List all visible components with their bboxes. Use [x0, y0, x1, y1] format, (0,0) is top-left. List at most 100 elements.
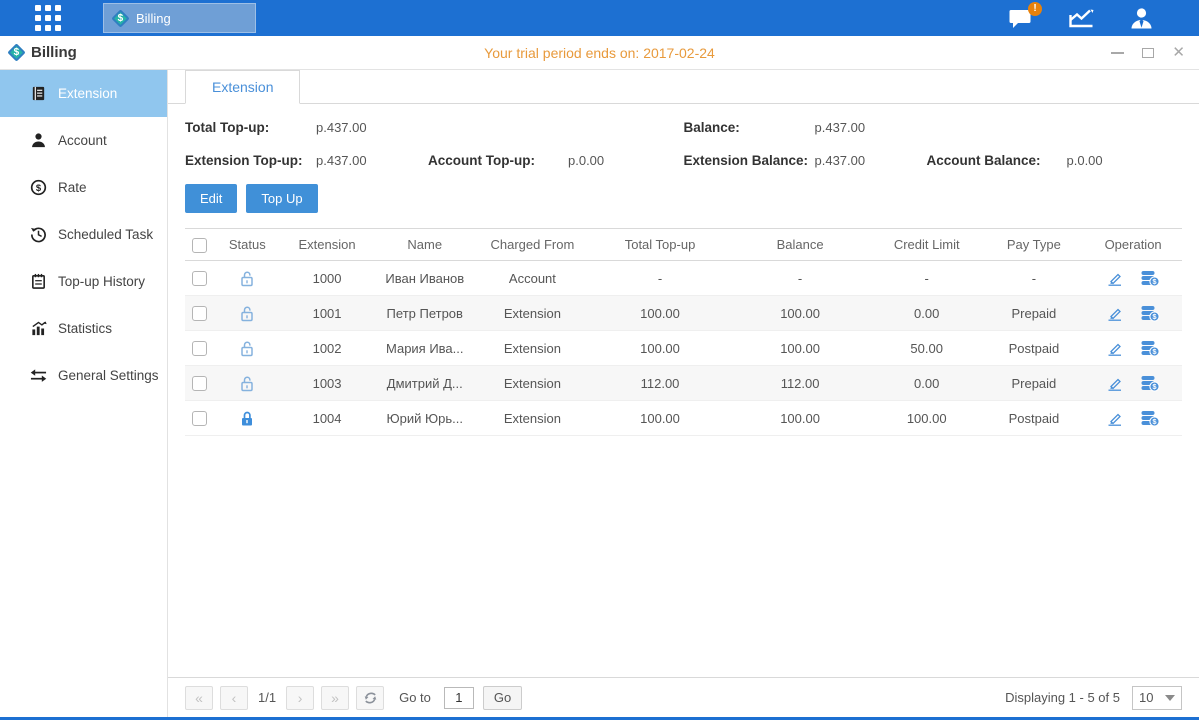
- page-indicator: 1/1: [258, 690, 276, 705]
- window-title: Billing: [31, 44, 77, 61]
- topup-row-icon[interactable]: $: [1140, 340, 1160, 357]
- edit-row-icon[interactable]: [1106, 376, 1124, 391]
- goto-label: Go to: [399, 690, 431, 705]
- topup-row-icon[interactable]: $: [1140, 305, 1160, 322]
- table-header-row: Status Extension Name Charged From Total…: [185, 229, 1182, 261]
- table-row: 1004Юрий Юрь...Extension100.00100.00100.…: [185, 401, 1182, 436]
- account-balance-label: Account Balance:: [927, 153, 1067, 168]
- topup-row-icon[interactable]: $: [1140, 270, 1160, 287]
- edit-row-icon[interactable]: [1106, 341, 1124, 356]
- cell-charged-from: Account: [475, 261, 590, 296]
- account-topup-label: Account Top-up:: [428, 153, 568, 168]
- row-checkbox[interactable]: [192, 341, 207, 356]
- apps-grid-icon[interactable]: [35, 5, 61, 31]
- minimize-icon[interactable]: [1111, 46, 1124, 60]
- top-up-button[interactable]: Top Up: [246, 184, 317, 213]
- cell-credit-limit: 100.00: [870, 401, 984, 436]
- go-button[interactable]: Go: [483, 686, 522, 710]
- notification-badge: !: [1028, 2, 1042, 16]
- topup-row-icon[interactable]: $: [1140, 375, 1160, 392]
- unlocked-icon: [239, 375, 255, 392]
- user-account-icon[interactable]: [1129, 7, 1154, 29]
- cell-pay-type: -: [984, 261, 1085, 296]
- row-checkbox[interactable]: [192, 411, 207, 426]
- unlocked-icon: [239, 340, 255, 357]
- extension-balance-label: Extension Balance:: [684, 153, 815, 168]
- sidebar-item-rate[interactable]: $ Rate: [0, 164, 167, 211]
- locked-icon: [239, 410, 255, 427]
- sliders-icon: [30, 367, 47, 384]
- edit-row-icon[interactable]: [1106, 411, 1124, 426]
- pagination-bar: « ‹ 1/1 › » Go to Go Displaying 1 - 5 of…: [168, 677, 1199, 717]
- sidebar-item-label: Extension: [58, 86, 117, 101]
- cell-extension: 1000: [280, 261, 375, 296]
- edit-row-icon[interactable]: [1106, 306, 1124, 321]
- taskbar-tab-billing[interactable]: $ Billing: [103, 3, 256, 33]
- sidebar-item-account[interactable]: Account: [0, 117, 167, 164]
- last-page-button[interactable]: »: [321, 686, 349, 710]
- edit-button[interactable]: Edit: [185, 184, 237, 213]
- cell-extension: 1004: [280, 401, 375, 436]
- cell-charged-from: Extension: [475, 366, 590, 401]
- account-balance-value: p.0.00: [1067, 153, 1183, 168]
- row-checkbox[interactable]: [192, 271, 207, 286]
- cell-pay-type: Postpaid: [984, 331, 1085, 366]
- cell-extension: 1002: [280, 331, 375, 366]
- tab-strip: Extension: [168, 70, 1199, 104]
- edit-row-icon[interactable]: [1106, 271, 1124, 286]
- tab-extension[interactable]: Extension: [185, 70, 300, 104]
- svg-text:$: $: [36, 183, 42, 194]
- cell-balance: 100.00: [730, 401, 870, 436]
- sidebar-item-label: Account: [58, 133, 107, 148]
- cell-charged-from: Extension: [475, 296, 590, 331]
- refresh-button[interactable]: [356, 686, 384, 710]
- taskbar-tab-label: Billing: [136, 11, 171, 26]
- cell-total-topup: -: [590, 261, 731, 296]
- notifications-icon[interactable]: !: [1008, 8, 1034, 29]
- page-size-select[interactable]: 10: [1132, 686, 1182, 710]
- cell-credit-limit: 0.00: [870, 366, 984, 401]
- extension-balance-value: p.437.00: [815, 153, 927, 168]
- cell-name: Дмитрий Д...: [374, 366, 475, 401]
- cell-balance: -: [730, 261, 870, 296]
- sidebar-item-topup-history[interactable]: Top-up History: [0, 258, 167, 305]
- cell-balance: 100.00: [730, 331, 870, 366]
- displaying-text: Displaying 1 - 5 of 5: [1005, 690, 1120, 705]
- cell-extension: 1003: [280, 366, 375, 401]
- goto-page-input[interactable]: [444, 687, 474, 709]
- row-checkbox[interactable]: [192, 376, 207, 391]
- next-page-button[interactable]: ›: [286, 686, 314, 710]
- sidebar-item-statistics[interactable]: Statistics: [0, 305, 167, 352]
- col-charged-from: Charged From: [475, 229, 590, 261]
- bar-chart-icon: [30, 320, 47, 337]
- sidebar-item-scheduled-task[interactable]: Scheduled Task: [0, 211, 167, 258]
- select-all-checkbox[interactable]: [192, 238, 207, 253]
- extension-topup-value: p.437.00: [316, 153, 428, 168]
- table-row: 1003Дмитрий Д...Extension112.00112.000.0…: [185, 366, 1182, 401]
- close-icon[interactable]: ✕: [1172, 46, 1185, 60]
- maximize-icon[interactable]: [1142, 46, 1154, 60]
- notepad-icon: [30, 273, 47, 290]
- extension-topup-label: Extension Top-up:: [185, 153, 316, 168]
- cell-charged-from: Extension: [475, 331, 590, 366]
- summary-panel: Total Top-up: p.437.00 Extension Top-up:…: [168, 104, 1199, 170]
- cell-name: Юрий Юрь...: [374, 401, 475, 436]
- cell-total-topup: 100.00: [590, 296, 731, 331]
- row-checkbox[interactable]: [192, 306, 207, 321]
- sidebar-item-extension[interactable]: Extension: [0, 70, 167, 117]
- sidebar-item-general-settings[interactable]: General Settings: [0, 352, 167, 399]
- sidebar-item-label: Statistics: [58, 321, 112, 336]
- cell-pay-type: Prepaid: [984, 366, 1085, 401]
- page-size-value: 10: [1139, 690, 1153, 705]
- cell-name: Петр Петров: [374, 296, 475, 331]
- cell-total-topup: 100.00: [590, 331, 731, 366]
- statistics-chart-icon[interactable]: [1068, 7, 1095, 29]
- topup-row-icon[interactable]: $: [1140, 410, 1160, 427]
- table-row: 1001Петр ПетровExtension100.00100.000.00…: [185, 296, 1182, 331]
- balance-value: p.437.00: [815, 120, 927, 135]
- col-balance: Balance: [730, 229, 870, 261]
- col-total-topup: Total Top-up: [590, 229, 731, 261]
- total-topup-label: Total Top-up:: [185, 120, 316, 135]
- prev-page-button[interactable]: ‹: [220, 686, 248, 710]
- first-page-button[interactable]: «: [185, 686, 213, 710]
